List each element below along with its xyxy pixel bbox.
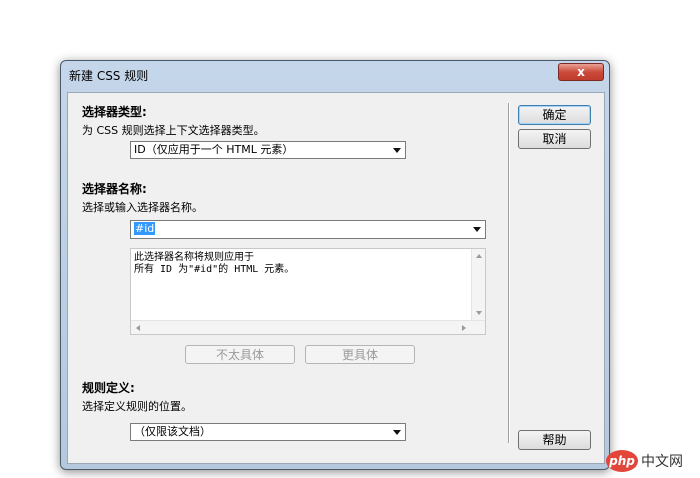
scroll-left-icon[interactable] xyxy=(136,325,140,331)
horizontal-scrollbar[interactable] xyxy=(131,320,485,334)
scroll-down-icon[interactable] xyxy=(476,311,482,315)
close-button[interactable]: x xyxy=(558,63,604,81)
title-bar: 新建 CSS 规则 xyxy=(61,61,609,91)
description-line-2: 所有 ID 为"#id"的 HTML 元素。 xyxy=(134,264,295,275)
vertical-divider xyxy=(508,103,509,443)
rule-definition-value: （仅限该文档） xyxy=(134,425,211,438)
scroll-up-icon[interactable] xyxy=(476,254,482,258)
rule-definition-heading: 规则定义: xyxy=(82,381,135,395)
dialog-body: 选择器类型: 为 CSS 规则选择上下文选择器类型。 ID（仅应用于一个 HTM… xyxy=(67,92,605,464)
cancel-button[interactable]: 取消 xyxy=(518,129,591,149)
php-cn-watermark: php 中文网 xyxy=(606,448,700,474)
scroll-right-icon[interactable] xyxy=(462,325,466,331)
new-css-rule-dialog: 新建 CSS 规则 x 选择器类型: 为 CSS 规则选择上下文选择器类型。 I… xyxy=(60,60,610,470)
less-specific-button[interactable]: 不太具体 xyxy=(185,345,295,364)
ok-button[interactable]: 确定 xyxy=(518,105,591,125)
selector-name-value: #id xyxy=(134,222,156,235)
vertical-scrollbar[interactable] xyxy=(471,249,485,320)
chevron-down-icon xyxy=(473,227,481,232)
rule-definition-dropdown[interactable]: （仅限该文档） xyxy=(130,423,406,441)
chevron-down-icon xyxy=(393,430,401,435)
rule-definition-hint: 选择定义规则的位置。 xyxy=(82,400,192,413)
more-specific-button[interactable]: 更具体 xyxy=(305,345,415,364)
close-icon: x xyxy=(577,65,585,79)
selector-type-dropdown[interactable]: ID（仅应用于一个 HTML 元素） xyxy=(130,141,406,159)
selector-type-value: ID（仅应用于一个 HTML 元素） xyxy=(134,143,294,156)
chevron-down-icon xyxy=(393,148,401,153)
selector-type-heading: 选择器类型: xyxy=(82,105,147,119)
watermark-text: 中文网 xyxy=(641,454,683,470)
help-button[interactable]: 帮助 xyxy=(518,430,591,450)
php-logo: php xyxy=(606,450,638,472)
selector-name-hint: 选择或输入选择器名称。 xyxy=(82,201,203,214)
selector-name-combobox[interactable]: #id xyxy=(130,220,486,239)
selector-description-box[interactable]: 此选择器名称将规则应用于 所有 ID 为"#id"的 HTML 元素。 xyxy=(130,248,486,335)
description-line-1: 此选择器名称将规则应用于 xyxy=(134,252,254,263)
selector-name-heading: 选择器名称: xyxy=(82,182,147,196)
selector-description-text: 此选择器名称将规则应用于 所有 ID 为"#id"的 HTML 元素。 xyxy=(134,252,294,276)
dialog-title: 新建 CSS 规则 xyxy=(69,69,149,83)
selector-type-hint: 为 CSS 规则选择上下文选择器类型。 xyxy=(82,124,265,137)
